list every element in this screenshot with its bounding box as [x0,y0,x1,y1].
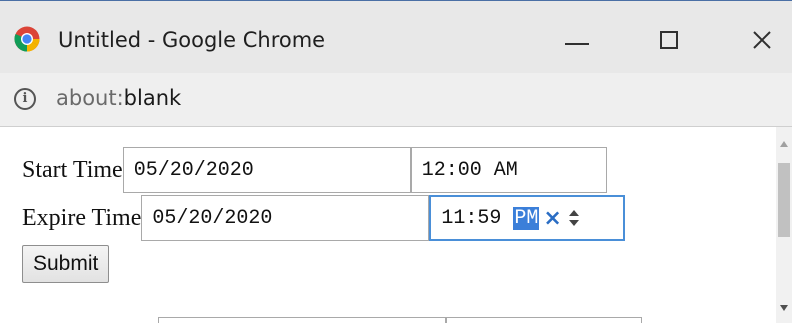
start-time-hm: 12:00 [421,158,482,182]
maximize-button[interactable] [652,17,698,61]
expire-time-ampm[interactable]: PM [513,206,540,230]
start-time-row: Start Time 05/20/2020 12:00 AM [22,147,607,193]
close-button[interactable] [742,17,788,61]
scroll-thumb[interactable] [778,163,790,237]
url-scheme: about: [56,86,124,110]
start-date-input[interactable]: 05/20/2020 [122,147,411,193]
scroll-up-icon[interactable] [780,141,788,147]
title-bar: Untitled - Google Chrome [0,1,792,73]
start-time-label: Start Time [22,156,123,183]
expire-time-input[interactable]: 11:59 PM × [429,195,626,241]
page-content: Start Time 05/20/2020 12:00 AM Expire Ti… [0,127,776,323]
expire-time-label: Expire Time [22,204,142,231]
start-date-value: 05/20/2020 [133,158,254,182]
partially-visible-row [158,317,642,323]
window-title: Untitled - Google Chrome [58,28,326,52]
partial-date-input[interactable] [158,317,446,323]
expire-date-input[interactable]: 05/20/2020 [141,195,430,241]
chrome-logo-icon [14,26,40,52]
clear-icon[interactable]: × [543,206,561,231]
maximize-icon [660,31,678,49]
expire-date-value: 05/20/2020 [152,206,273,230]
url-text[interactable]: about:blank [56,86,181,110]
partial-time-input[interactable] [446,317,642,323]
start-time-input[interactable]: 12:00 AM [410,147,607,193]
browser-window: Untitled - Google Chrome i about:blank S… [0,0,792,323]
minimize-icon [565,43,589,45]
close-icon [753,31,771,49]
expire-time-row: Expire Time 05/20/2020 11:59 PM × [22,195,626,241]
vertical-scrollbar[interactable] [776,127,792,323]
url-host: blank [123,86,182,110]
scroll-down-icon[interactable] [780,305,788,311]
minimize-button[interactable] [555,17,601,61]
info-icon[interactable]: i [14,88,36,110]
submit-button[interactable]: Submit [22,245,110,283]
spinner-icon[interactable] [568,203,580,233]
expire-time-hm: 11:59 [441,206,502,230]
start-time-ampm: AM [493,158,518,182]
address-bar[interactable]: i about:blank [0,73,792,127]
